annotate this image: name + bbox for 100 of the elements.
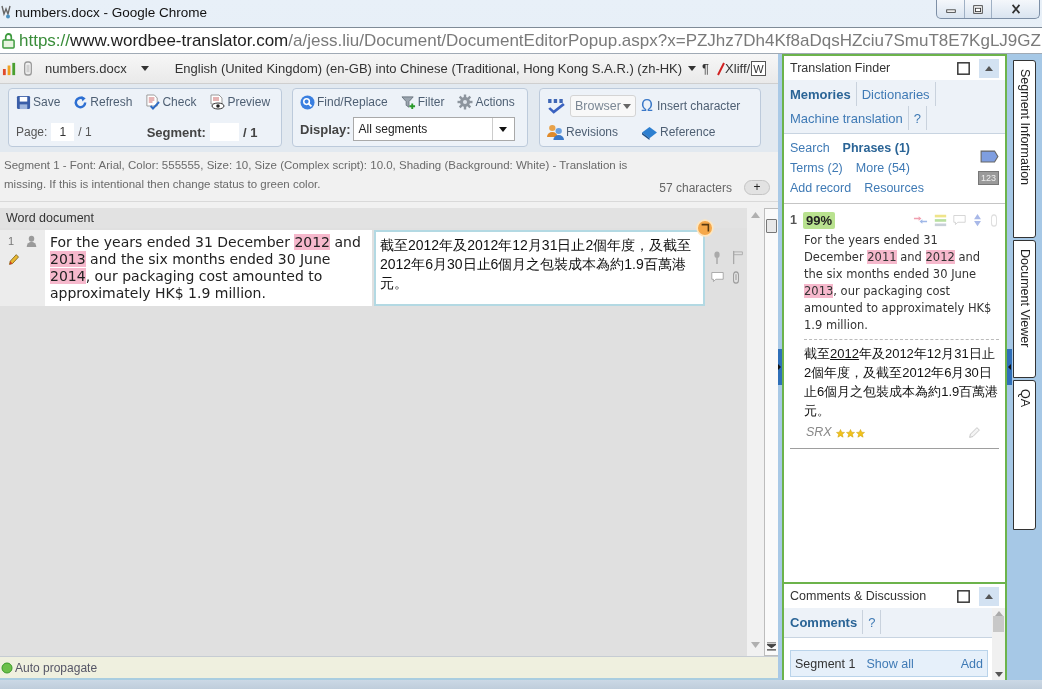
add-link[interactable]: Add (960, 656, 983, 671)
panel-title: Translation Finder (790, 61, 892, 75)
segment-label: Segment: (146, 124, 206, 140)
gear-icon (457, 94, 474, 110)
pen-icon (717, 61, 726, 76)
display-dropdown[interactable]: All segments (352, 117, 515, 141)
page-label: Page: (16, 125, 48, 139)
scroll-down-icon[interactable] (751, 642, 760, 648)
side-tab[interactable]: Segment Information (1013, 60, 1036, 238)
scroll-end-icon[interactable] (767, 642, 776, 651)
search-icon (300, 94, 315, 110)
url-text[interactable]: https://www.wordbee-translator.com/a/jess.liu/Document/DocumentEditorPopup.aspx?x=PZJhz7Dh4Kf8aDqsHZciu7SmuT8E7KgLJ9GZ (19, 30, 1041, 51)
finder-link[interactable]: Terms (2) (790, 161, 843, 175)
scroll-up-icon[interactable] (751, 212, 760, 218)
collapse-button[interactable] (979, 58, 999, 78)
file-menu[interactable]: numbers.docx (45, 61, 149, 76)
scroll-thumb[interactable] (766, 219, 777, 233)
star-icon (845, 429, 855, 438)
source-text: For the years ended 31 December 2012 and 2013 and the six months ended 30 June 2014, our packaging cost amounted to approximately HK$ 1.9 million. (45, 230, 372, 306)
match-score: 99% (803, 211, 836, 229)
tag-icon[interactable] (980, 150, 999, 163)
caret-icon (499, 126, 508, 132)
finder-tab[interactable]: ? (908, 106, 927, 130)
pin-icon (711, 250, 723, 265)
paperclip-icon (731, 271, 741, 284)
up-down-arrows-icon[interactable] (972, 213, 983, 227)
filter-button[interactable]: Filter (400, 94, 445, 110)
pencil-icon (8, 253, 20, 266)
finder-tab[interactable]: Machine translation (785, 106, 909, 130)
show-all-link[interactable]: Show all (866, 656, 914, 671)
comments-tab[interactable]: ? (863, 610, 882, 634)
book-icon (641, 124, 658, 140)
scroll-down-icon (994, 672, 1003, 677)
flag-icon (731, 250, 745, 265)
reference-button[interactable]: Reference (641, 124, 753, 140)
scrollbar[interactable] (992, 608, 1005, 680)
spellcheck-icon (547, 98, 565, 114)
finder-tab[interactable]: Dictionaries (856, 82, 936, 106)
swap-icon[interactable] (913, 214, 928, 226)
window-title: numbers.docx - Google Chrome (15, 5, 208, 20)
app-icon (1, 5, 11, 19)
word-button[interactable]: W (751, 61, 766, 76)
auto-propagate-label[interactable]: Auto propagate (15, 660, 98, 675)
maximize-icon (972, 3, 984, 15)
square-icon[interactable] (957, 61, 970, 75)
match-source-text: For the years ended 31 December 2011 and 2012 and the six months ended 30 June 2013, our packaging cost amounted to approximately HK$ 1.9 million. (804, 230, 999, 340)
side-tab[interactable]: Document Viewer (1013, 240, 1036, 378)
comments-tab[interactable]: Comments (785, 610, 864, 634)
finder-link[interactable]: Add record (790, 181, 852, 195)
insert-button[interactable]: Ω Insert character (641, 99, 753, 113)
square-icon[interactable] (957, 589, 970, 603)
expand-button[interactable]: + (744, 180, 770, 195)
document-icon (23, 61, 33, 76)
match-target-text: 截至2012年及2012年12月31日止2個年度，及截至2012年6月30日止6個月之包裝成本為約1.9百萬港元。 (804, 345, 999, 420)
segment-total: / 1 (242, 124, 258, 140)
save-button[interactable]: Save (16, 94, 61, 110)
actions-button[interactable]: Actions (457, 94, 515, 110)
comment-icon (711, 271, 724, 283)
pilcrow-button[interactable]: ¶ (702, 61, 710, 76)
collapse-button[interactable] (979, 586, 999, 606)
revisions-button[interactable]: Revisions (547, 124, 641, 140)
finder-tab[interactable]: Memories (785, 82, 857, 106)
comment-segment-label: Segment 1 (795, 656, 856, 671)
target-field[interactable]: 截至2012年及2012年12月31日止2個年度，及截至2012年6月30日止6個月之包裝成本為約1.9百萬港元。 (374, 230, 705, 306)
segment-number: 1 (8, 235, 15, 247)
lock-icon (2, 32, 15, 49)
preview-button[interactable]: Preview (209, 94, 271, 110)
page-total: / 1 (78, 125, 92, 139)
preview-icon (209, 94, 226, 110)
language-menu[interactable]: English (United Kingdom) (en-GB) into Chinese (Traditional, Hong Kong S.A.R.) (zh-HK) (174, 61, 697, 76)
filter-icon (400, 94, 416, 110)
paperclip-icon[interactable] (989, 213, 999, 227)
spellcheck-dropdown[interactable]: Browser (570, 95, 636, 117)
close-icon (1009, 3, 1022, 15)
scroll-thumb[interactable] (993, 616, 1004, 632)
finder-link[interactable]: Resources (864, 181, 924, 195)
splitter-handle-icon[interactable] (1007, 349, 1012, 385)
check-button[interactable]: Check (145, 94, 197, 110)
segment-info-text: Segment 1 - Font: Arial, Color: 555555, Size: 10, Size (Complex script): 10.0, Shading (Background: White) - Translation is missing. If this is intentional then change status to green color. (4, 158, 629, 192)
match-rank: 1 (790, 213, 798, 227)
caret-icon (688, 66, 697, 71)
splitter-handle-icon[interactable] (778, 349, 782, 385)
check-document-icon (145, 94, 161, 110)
caret-icon (622, 103, 631, 109)
character-count: 57 characters (659, 180, 732, 195)
finder-link[interactable]: Phrases (1) (842, 141, 910, 155)
display-label: Display: (300, 121, 351, 137)
finder-link[interactable]: Search (790, 141, 830, 155)
find-button[interactable]: Find/Replace (300, 94, 388, 110)
bar-chart-icon (2, 61, 17, 76)
people-icon (547, 124, 564, 140)
refresh-button[interactable]: Refresh (73, 94, 133, 110)
caret-icon (140, 66, 149, 71)
xliff-button[interactable]: Xliff/ (717, 61, 751, 76)
page-field[interactable]: 1 (51, 123, 75, 141)
person-icon (26, 235, 38, 247)
finder-link[interactable]: More (54) (855, 161, 910, 175)
up-arrow-icon (985, 593, 993, 599)
side-tab[interactable]: QA (1013, 380, 1036, 530)
match-origin: SRX (806, 425, 832, 439)
